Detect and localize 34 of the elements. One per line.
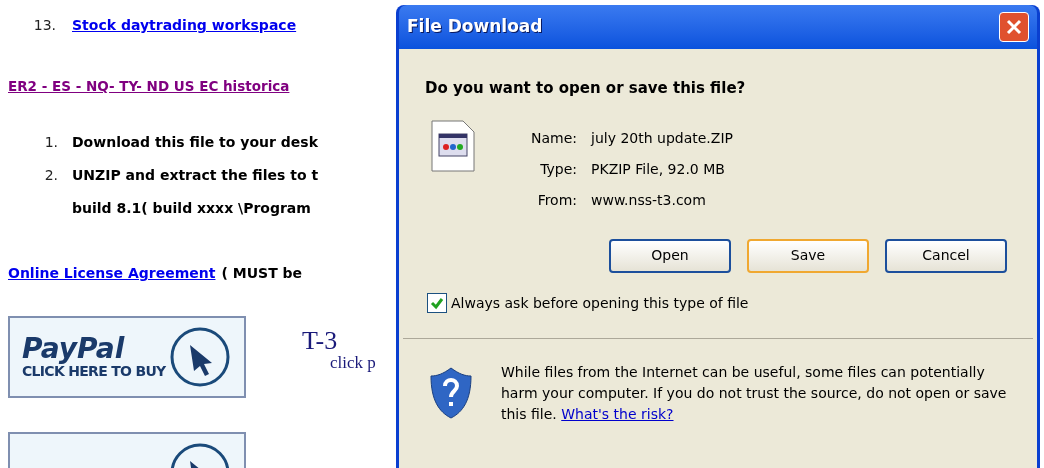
license-note: ( MUST be xyxy=(221,264,303,284)
dialog-button[interactable]: Cancel xyxy=(885,238,1007,273)
field-label: From: xyxy=(536,190,578,210)
risk-link[interactable]: What's the risk? xyxy=(561,405,674,422)
close-button[interactable] xyxy=(999,12,1029,42)
license-link[interactable]: Online License Agreement xyxy=(8,263,216,285)
instruction-text: UNZIP and extract the files to t xyxy=(72,166,319,186)
list-number: 13. xyxy=(32,16,57,35)
window-title: File Download xyxy=(407,15,543,39)
section-link[interactable]: ER2 - ES - NQ- TY- ND US EC historica xyxy=(8,76,396,97)
checkbox-label: Always ask before opening this type of file xyxy=(451,293,749,313)
dialog-question: Do you want to open or save this file? xyxy=(425,78,747,99)
field-value: www.nss-t3.com xyxy=(591,190,707,210)
list-number: 1. xyxy=(43,133,59,153)
list-number: 2. xyxy=(43,166,59,186)
instruction-text: Download this file to your desk xyxy=(72,133,318,153)
close-icon xyxy=(1006,19,1022,35)
field-value: july 20th update.ZIP xyxy=(591,128,733,148)
shield-question-icon xyxy=(429,365,473,420)
instruction-text: build 8.1( build xxxx \Program xyxy=(72,199,312,219)
checkbox[interactable] xyxy=(427,293,447,313)
file-icon xyxy=(431,119,475,172)
field-value: PKZIP File, 92.0 MB xyxy=(591,159,726,179)
check-icon xyxy=(430,296,444,310)
dialog-button[interactable]: Open xyxy=(609,238,731,273)
warning-text: While files from the Internet can be useful, some files can potentially harm your computer. If you do not trust the source, do not open or save this file. What's the risk? xyxy=(501,362,1008,424)
paypal-logo-text: PayPal xyxy=(22,334,126,363)
product-title: T-3 xyxy=(302,328,338,355)
workspace-link[interactable]: Stock daytrading workspace xyxy=(72,15,297,36)
dialog-button[interactable]: Save xyxy=(747,238,869,273)
field-label: Name: xyxy=(531,128,578,148)
paypal-banner[interactable]: PayPal CLICK HERE TO BUY xyxy=(8,316,246,399)
field-label: Type: xyxy=(539,159,578,179)
product-subtitle: click p xyxy=(330,354,376,372)
